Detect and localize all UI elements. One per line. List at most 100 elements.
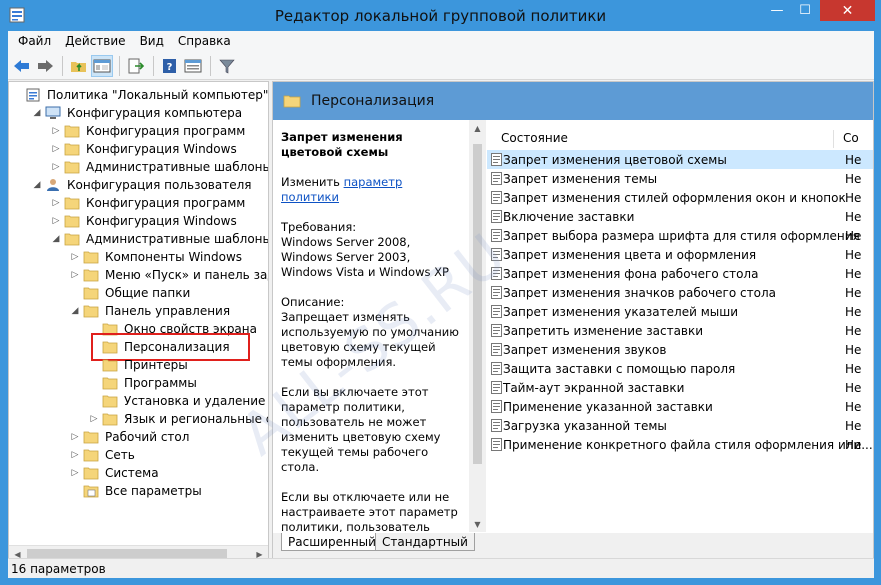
filter-button[interactable] [216,55,238,77]
properties-button[interactable] [182,55,204,77]
folder-icon [83,304,99,318]
tree-item[interactable]: Конфигурация программ [64,194,247,212]
show-hide-tree-icon [93,59,111,72]
settings-list: Состояние Со Запрет изменения цветовой с… [487,120,873,532]
setting-row[interactable]: Запрет изменения цветовой схемы Не [487,150,873,169]
tree-item[interactable]: Административные шаблоны [64,230,269,248]
tree-item-label: Конфигурация программ [86,124,246,138]
menu-view[interactable]: Вид [133,31,171,52]
tree-item[interactable]: Административные шаблоны [64,158,268,176]
expand-arrow-icon[interactable]: ▷ [51,140,61,158]
expand-arrow-icon[interactable]: ▷ [70,464,80,482]
setting-row[interactable]: Запрет изменения фона рабочего стола Не [487,264,873,283]
export-list-button[interactable] [125,55,147,77]
setting-name: Тайм-аут экранной заставки [503,380,685,395]
setting-state: Не [845,171,862,186]
tree-item-label: Программы [124,376,197,390]
expand-arrow-icon[interactable]: ▷ [51,122,61,140]
tree-item[interactable]: Конфигурация Windows [64,140,239,158]
setting-row[interactable]: Запрет изменения стилей оформления окон … [487,188,873,207]
menu-file[interactable]: Файл [11,31,58,52]
tree-item[interactable]: Все параметры [83,482,204,500]
menu-help[interactable]: Справка [171,31,238,52]
tree-item[interactable]: Компоненты Windows [83,248,244,266]
tree-item[interactable]: Конфигурация пользователя [45,176,253,194]
setting-row[interactable]: Защита заставки с помощью пароля Не [487,359,873,378]
policy-setting-icon [491,438,502,454]
collapse-arrow-icon[interactable]: ◢ [70,302,80,320]
setting-row[interactable]: Загрузка указанной темы Не [487,416,873,435]
tree-item-label: Административные шаблоны [86,232,269,246]
setting-row[interactable]: Тайм-аут экранной заставки Не [487,378,873,397]
tree-item[interactable]: Конфигурация компьютера [45,104,244,122]
tree-item[interactable]: Рабочий стол [83,428,191,446]
column-divider[interactable] [833,130,834,148]
tree-item[interactable]: Политика "Локальный компьютер" [25,86,268,104]
help-button[interactable]: ? [159,55,181,77]
tree-item[interactable]: Сеть [83,446,137,464]
expand-arrow-icon[interactable]: ▷ [70,428,80,446]
scrollbar-thumb[interactable] [473,144,482,464]
setting-name: Запрет изменения темы [503,171,658,186]
close-button[interactable]: ✕ [820,0,875,21]
column-header-second[interactable]: Со [843,131,859,145]
setting-name: Запрет изменения указателей мыши [503,304,739,319]
tree-item[interactable]: Конфигурация программ [64,122,247,140]
tree-item[interactable]: Панель управления [83,302,232,320]
description-vertical-scrollbar[interactable]: ▲ ▼ [469,120,486,532]
scroll-down-arrow-icon[interactable]: ▼ [469,516,486,532]
tree-item[interactable]: Общие папки [83,284,192,302]
expand-arrow-icon[interactable]: ▷ [70,248,80,266]
expand-arrow-icon[interactable]: ▷ [51,212,61,230]
tree-item[interactable]: Система [83,464,161,482]
folder-icon [102,358,118,372]
client-area: Файл Действие Вид Справка ? Политика "Ло… [8,31,874,578]
requirements-label: Требования: [281,220,357,234]
expand-arrow-icon[interactable]: ▷ [70,446,80,464]
setting-name: Запрет изменения значков рабочего стола [503,285,776,300]
menu-action[interactable]: Действие [58,31,132,52]
collapse-arrow-icon[interactable]: ◢ [51,230,61,248]
back-arrow-icon [14,59,29,72]
expand-arrow-icon[interactable]: ▷ [89,410,99,428]
setting-row[interactable]: Запрет изменения значков рабочего стола Н… [487,283,873,302]
tree-item[interactable]: Принтеры [102,356,190,374]
maximize-button[interactable]: ☐ [791,0,819,21]
expand-arrow-icon[interactable]: ▷ [70,266,80,284]
up-level-button[interactable] [68,55,90,77]
tab-extended[interactable]: Расширенный [281,533,383,551]
setting-row[interactable]: Запрет изменения темы Не [487,169,873,188]
tree-item[interactable]: Меню «Пуск» и панель задач [83,266,268,284]
setting-name: Запрет изменения цветовой схемы [503,152,727,167]
back-button[interactable] [11,55,33,77]
folder-icon [83,250,99,264]
tree-item[interactable]: Язык и региональные станда [102,410,268,428]
setting-row[interactable]: Запретить изменение заставки Не [487,321,873,340]
setting-row[interactable]: Запрет изменения указателей мыши Не [487,302,873,321]
setting-row[interactable]: Запрет изменения цвета и оформления Не [487,245,873,264]
collapse-arrow-icon[interactable]: ◢ [32,104,42,122]
tree-item[interactable]: Конфигурация Windows [64,212,239,230]
setting-row[interactable]: Применение указанной заставки Не [487,397,873,416]
collapse-arrow-icon[interactable]: ◢ [32,176,42,194]
setting-row[interactable]: Запрет выбора размера шрифта для стиля о… [487,226,873,245]
tab-standard[interactable]: Стандартный [375,533,475,551]
title-bar[interactable]: Редактор локальной групповой политики — … [0,0,881,31]
setting-row[interactable]: Включение заставки Не [487,207,873,226]
tree-item[interactable]: Программы [102,374,199,392]
show-hide-tree-button[interactable] [91,54,113,77]
setting-name: Включение заставки [503,209,635,224]
details-pane: Персонализация Запрет изменения цветовой… [272,81,874,563]
expand-arrow-icon[interactable]: ▷ [51,158,61,176]
expand-arrow-icon[interactable]: ▷ [51,194,61,212]
scroll-up-arrow-icon[interactable]: ▲ [469,120,486,136]
setting-row[interactable]: Запрет изменения звуков Не [487,340,873,359]
setting-row[interactable]: Применение конкретного файла стиля оформ… [487,435,873,454]
minimize-button[interactable]: — [763,0,791,21]
forward-button[interactable] [34,55,56,77]
column-header-state[interactable]: Состояние [501,131,568,145]
tree-item[interactable]: Установка и удаление прогр [102,392,268,410]
tree-pane[interactable]: Политика "Локальный компьютер" ◢ Конфигура… [8,81,269,563]
setting-name: Применение указанной заставки [503,399,713,414]
setting-name: Запрет выбора размера шрифта для стиля о… [503,228,860,243]
